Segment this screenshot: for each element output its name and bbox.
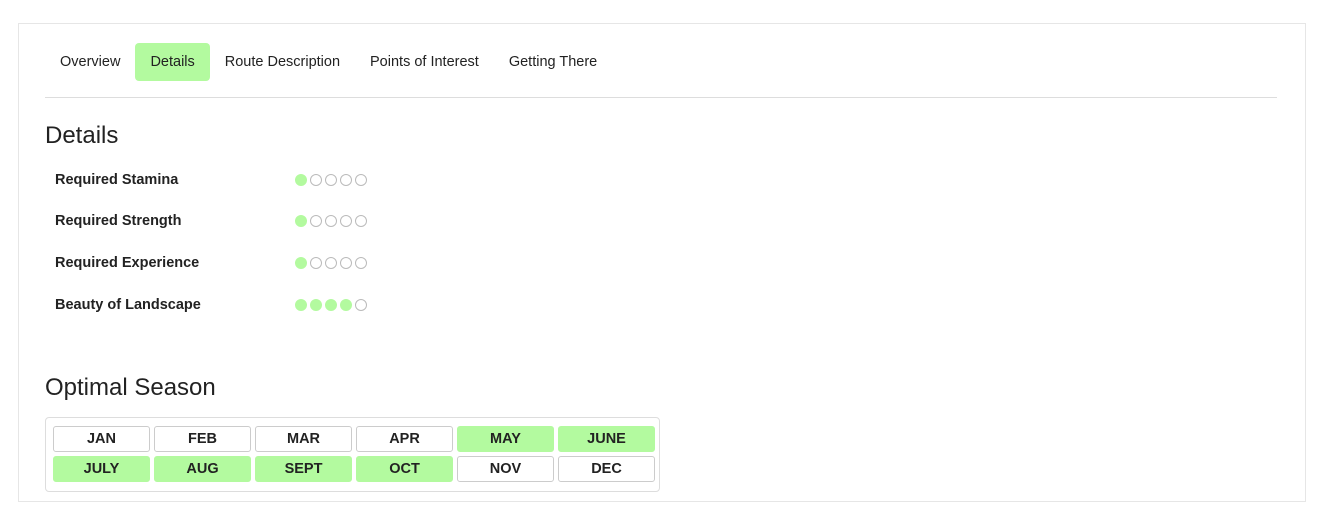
rating-dots — [295, 257, 367, 269]
month-dec: DEC — [558, 456, 655, 482]
tab-bar: Overview Details Route Description Point… — [45, 43, 1277, 98]
rating-dot-filled-icon — [325, 299, 337, 311]
rating-dot-empty-icon — [355, 299, 367, 311]
rating-dots — [295, 299, 367, 311]
month-aug: AUG — [154, 456, 251, 482]
rating-dot-filled-icon — [295, 299, 307, 311]
rating-dot-empty-icon — [325, 174, 337, 186]
rating-dot-empty-icon — [310, 257, 322, 269]
month-jan: JAN — [53, 426, 150, 452]
rating-label: Required Experience — [55, 255, 200, 271]
tab-details[interactable]: Details — [135, 43, 210, 81]
rating-row-strength: Required Strength — [55, 211, 367, 231]
tab-route-description[interactable]: Route Description — [210, 43, 355, 81]
month-may: MAY — [457, 426, 554, 452]
details-heading: Details — [45, 122, 119, 149]
rating-dot-empty-icon — [325, 257, 337, 269]
rating-dots — [295, 215, 367, 227]
rating-dots — [295, 174, 367, 186]
rating-label: Required Stamina — [55, 172, 179, 188]
rating-label: Beauty of Landscape — [55, 297, 201, 313]
rating-row-stamina: Required Stamina — [55, 170, 367, 190]
details-card: Overview Details Route Description Point… — [18, 23, 1306, 502]
month-grid: JAN FEB MAR APR MAY JUNE JULY AUG SEPT O… — [45, 417, 660, 492]
rating-row-experience: Required Experience — [55, 253, 367, 273]
rating-dot-empty-icon — [310, 215, 322, 227]
rating-label: Required Strength — [55, 213, 182, 229]
rating-dot-filled-icon — [295, 215, 307, 227]
rating-dot-filled-icon — [295, 174, 307, 186]
rating-dot-empty-icon — [340, 257, 352, 269]
month-sept: SEPT — [255, 456, 352, 482]
rating-dot-empty-icon — [355, 174, 367, 186]
month-mar: MAR — [255, 426, 352, 452]
tab-getting-there[interactable]: Getting There — [494, 43, 612, 81]
rating-dot-empty-icon — [340, 215, 352, 227]
month-apr: APR — [356, 426, 453, 452]
rating-dot-empty-icon — [355, 215, 367, 227]
month-june: JUNE — [558, 426, 655, 452]
month-oct: OCT — [356, 456, 453, 482]
rating-dot-empty-icon — [355, 257, 367, 269]
month-feb: FEB — [154, 426, 251, 452]
tab-overview[interactable]: Overview — [45, 43, 135, 81]
rating-dot-filled-icon — [340, 299, 352, 311]
rating-dot-filled-icon — [310, 299, 322, 311]
rating-dot-empty-icon — [310, 174, 322, 186]
rating-row-beauty: Beauty of Landscape — [55, 295, 367, 315]
tab-points-of-interest[interactable]: Points of Interest — [355, 43, 494, 81]
rating-dot-filled-icon — [295, 257, 307, 269]
rating-dot-empty-icon — [325, 215, 337, 227]
optimal-season-heading: Optimal Season — [45, 374, 216, 401]
rating-dot-empty-icon — [340, 174, 352, 186]
month-nov: NOV — [457, 456, 554, 482]
month-july: JULY — [53, 456, 150, 482]
